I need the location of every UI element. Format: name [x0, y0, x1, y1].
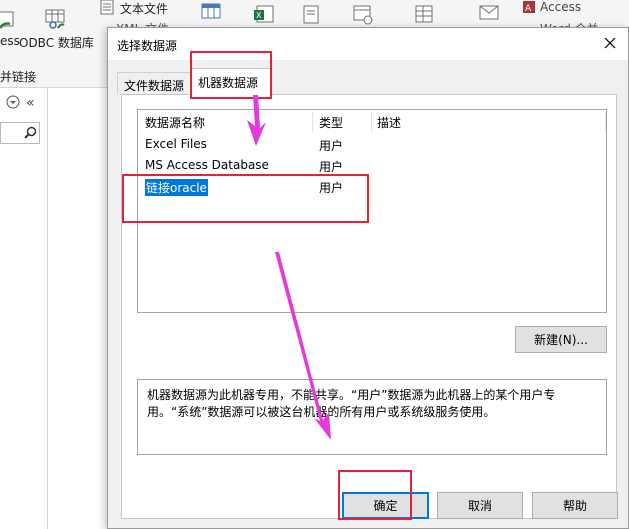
- ok-button[interactable]: 确定: [342, 492, 429, 519]
- column-divider: [312, 112, 313, 132]
- text-file-button[interactable]: 文本文件: [120, 0, 168, 17]
- dropdown-circle-icon[interactable]: [6, 95, 20, 109]
- column-header-name[interactable]: 数据源名称: [145, 114, 205, 131]
- machine-data-source-panel: 数据源名称 类型 描述 Excel Files 用户 MS Access Dat…: [121, 94, 617, 519]
- list-item[interactable]: Excel Files 用户: [138, 135, 606, 155]
- access-import-icon: [0, 11, 14, 29]
- data-source-name: 链接oracle: [145, 179, 208, 196]
- column-header-description[interactable]: 描述: [377, 114, 401, 131]
- select-data-source-dialog: 选择数据源 文件数据源 机器数据源 数据源名称 类型 描述 Excel File…: [107, 27, 629, 529]
- odbc-database-button[interactable]: ODBC 数据库: [19, 34, 94, 51]
- grid-export-icon: [415, 5, 433, 23]
- search-icon[interactable]: [24, 126, 37, 139]
- excel-icon: X: [254, 5, 274, 23]
- list-header: 数据源名称 类型 描述: [138, 110, 606, 132]
- table-settings-icon: [353, 5, 373, 25]
- ribbon-button-label[interactable]: ess: [0, 34, 20, 48]
- ribbon-group-label: 并链接: [0, 70, 37, 84]
- tab-label: 文件数据源: [124, 79, 185, 93]
- collapse-pane-button[interactable]: «: [26, 95, 35, 111]
- svg-text:X: X: [256, 11, 262, 20]
- close-icon[interactable]: [600, 33, 620, 53]
- data-source-type: 用户: [319, 160, 344, 174]
- column-divider: [605, 112, 606, 132]
- svg-text:A: A: [525, 4, 532, 14]
- column-header-type[interactable]: 类型: [319, 114, 343, 131]
- description-text: 机器数据源为此机器专用，不能共享。“用户”数据源为此机器上的某个用户专用。“系统…: [137, 379, 607, 455]
- dialog-title: 选择数据源: [117, 39, 178, 53]
- access-export-button[interactable]: Access: [540, 0, 581, 14]
- cancel-button[interactable]: 取消: [437, 492, 523, 519]
- table-icon: [201, 3, 221, 19]
- column-divider: [371, 112, 372, 132]
- email-icon: [479, 5, 499, 20]
- access-icon: A: [523, 1, 535, 14]
- odbc-database-icon: [45, 9, 65, 29]
- list-item-selected[interactable]: 链接oracle 用户: [138, 177, 606, 197]
- list-item[interactable]: MS Access Database 用户: [138, 156, 606, 176]
- tab-machine-data-source[interactable]: 机器数据源: [191, 68, 271, 95]
- text-file-icon: [100, 0, 114, 15]
- tab-file-data-source[interactable]: 文件数据源: [117, 72, 191, 94]
- data-source-name: Excel Files: [145, 137, 207, 151]
- navigation-pane: [0, 88, 48, 529]
- data-source-type: 用户: [319, 181, 344, 195]
- data-source-type: 用户: [319, 139, 344, 153]
- data-source-name: MS Access Database: [145, 158, 269, 172]
- new-data-source-button[interactable]: 新建(N)...: [515, 326, 607, 353]
- tab-label: 机器数据源: [198, 76, 259, 90]
- title-bar: 选择数据源: [108, 28, 628, 60]
- data-source-list[interactable]: 数据源名称 类型 描述 Excel Files 用户 MS Access Dat…: [137, 109, 607, 313]
- help-button[interactable]: 帮助: [532, 492, 618, 519]
- document-icon: [303, 5, 319, 24]
